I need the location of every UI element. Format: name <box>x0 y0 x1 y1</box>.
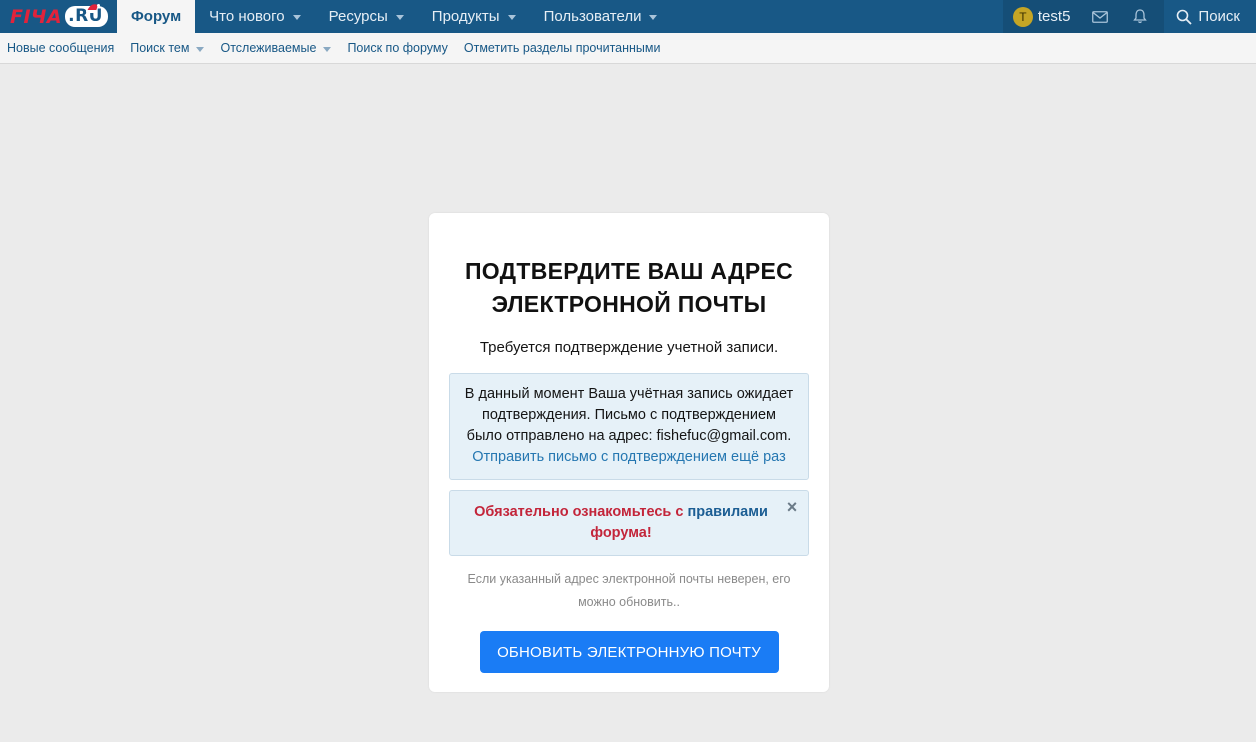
account-menu-link[interactable]: T test5 <box>1003 0 1081 33</box>
avatar: T <box>1012 6 1033 27</box>
tab-forum[interactable]: Форум <box>117 0 196 33</box>
notice-text: было отправлено на адрес: fishefuc@gmail… <box>466 428 792 444</box>
tab-resources[interactable]: Ресурсы <box>315 0 418 33</box>
tab-members[interactable]: Пользователи <box>530 0 672 33</box>
chevron-down-icon[interactable] <box>323 46 332 52</box>
chevron-down-icon[interactable] <box>292 15 301 20</box>
subnav-watched[interactable]: Отслеживаемые <box>220 41 332 55</box>
subnav-label: Поиск тем <box>130 41 190 55</box>
card-subtitle: Требуется подтверждение учетной записи. <box>479 339 779 356</box>
subnav-label: Отметить разделы прочитанными <box>463 41 661 55</box>
site-logo[interactable]: FIЧА .RU <box>0 0 117 33</box>
update-email-hint: Если указанный адрес электронной почты н… <box>449 568 809 614</box>
santa-hat-icon <box>86 4 100 13</box>
subnav-label: Новые сообщения <box>7 41 115 55</box>
tab-label: Форум <box>131 8 182 25</box>
search-button[interactable]: Поиск <box>1164 0 1256 33</box>
subnav-new-posts[interactable]: Новые сообщения <box>7 41 114 55</box>
email-confirmation-card: ПОДТВЕРДИТЕ ВАШ АДРЕС ЭЛЕКТРОННОЙ ПОЧТЫ … <box>429 213 829 692</box>
subnav-mark-read[interactable]: Отметить разделы прочитанными <box>464 41 661 55</box>
sub-navigation: Новые сообщения Поиск тем Отслеживаемые … <box>0 33 1256 64</box>
rules-prefix-text: Обязательно ознакомьтесь с <box>474 504 688 520</box>
chevron-down-icon[interactable] <box>507 15 516 20</box>
bell-icon <box>1133 9 1148 24</box>
user-area: T test5 Поиск <box>1002 0 1256 33</box>
hint-text: Если указанный адрес электронной почты н… <box>467 572 791 586</box>
tab-label: Продукты <box>431 8 500 25</box>
chevron-down-icon[interactable] <box>649 15 658 20</box>
inbox-button[interactable] <box>1080 0 1120 33</box>
chevron-down-icon[interactable] <box>196 46 205 52</box>
tab-label: Что нового <box>209 8 285 25</box>
page-title: ПОДТВЕРДИТЕ ВАШ АДРЕС ЭЛЕКТРОННОЙ ПОЧТЫ <box>449 255 809 321</box>
username: test5 <box>1037 8 1071 25</box>
search-label: Поиск <box>1198 8 1240 25</box>
hint-text: можно обновить.. <box>578 595 680 609</box>
subnav-label: Поиск по форуму <box>347 41 448 55</box>
rules-suffix-text: форума! <box>590 525 652 541</box>
title-line: ПОДТВЕРДИТЕ ВАШ АДРЕС <box>464 258 794 284</box>
envelope-icon <box>1092 10 1109 23</box>
tab-whats-new[interactable]: Что нового <box>195 0 314 33</box>
subnav-label: Отслеживаемые <box>220 41 317 55</box>
title-line: ЭЛЕКТРОННОЙ ПОЧТЫ <box>491 291 767 317</box>
update-email-button[interactable]: ОБНОВИТЬ ЭЛЕКТРОННУЮ ПОЧТУ <box>479 631 779 673</box>
rules-notice: Обязательно ознакомьтесь с правилами фор… <box>449 490 809 556</box>
tab-products[interactable]: Продукты <box>418 0 530 33</box>
close-icon[interactable]: × <box>785 498 799 516</box>
notice-text: подтверждения. Письмо с подтверждением <box>481 407 776 423</box>
tab-label: Пользователи <box>543 8 642 25</box>
subnav-search-forums[interactable]: Поиск по форуму <box>347 41 447 55</box>
resend-confirmation-link[interactable]: Отправить письмо с подтверждением ещё ра… <box>460 447 798 468</box>
rules-link[interactable]: правилами <box>687 504 767 520</box>
notice-text: В данный момент Ваша учётная запись ожид… <box>464 386 794 402</box>
logo-main-text: FIЧА <box>10 5 63 28</box>
tab-label: Ресурсы <box>328 8 388 25</box>
awaiting-confirmation-notice: В данный момент Ваша учётная запись ожид… <box>449 373 809 480</box>
subnav-find-threads[interactable]: Поиск тем <box>130 41 205 55</box>
search-icon <box>1177 9 1193 25</box>
alerts-button[interactable] <box>1120 0 1160 33</box>
chevron-down-icon[interactable] <box>395 15 404 20</box>
top-navigation-bar: FIЧА .RU Форум Что нового Ресурсы Продук… <box>0 0 1256 33</box>
